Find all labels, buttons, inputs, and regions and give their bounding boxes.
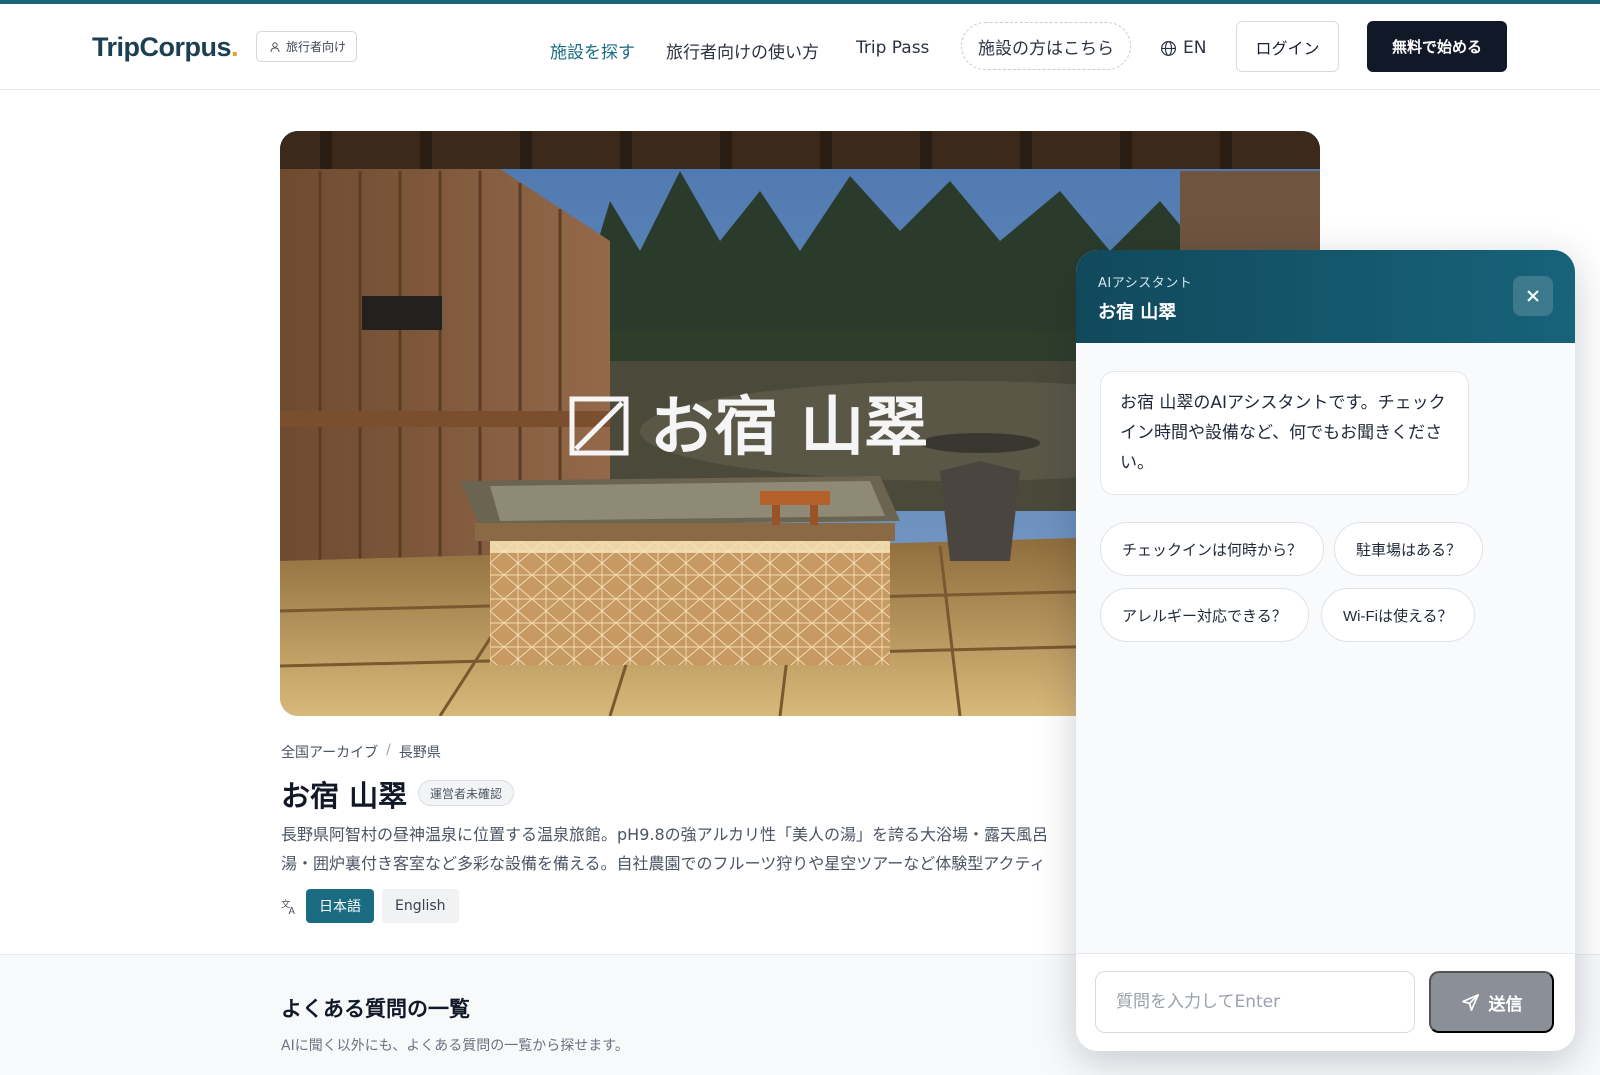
- navbar: TripCorpus. 旅行者向け 施設を探す 旅行者向けの使い方 Trip P…: [0, 4, 1600, 90]
- breadcrumb-national-archive[interactable]: 全国アーカイブ: [281, 742, 378, 762]
- language-japanese[interactable]: 日本語: [306, 889, 374, 923]
- language-selector: 文A 日本語 English: [281, 889, 459, 923]
- breadcrumb-prefecture[interactable]: 長野県: [399, 742, 441, 762]
- close-icon: [1527, 290, 1539, 302]
- chat-input-bar: 送信: [1076, 953, 1575, 1051]
- property-description: 長野県阿智村の昼神温泉に位置する温泉旅館。pH9.8の強アルカリ性「美人の湯」を…: [281, 820, 1081, 878]
- suggestion-wifi[interactable]: Wi-Fiは使える？: [1321, 588, 1475, 642]
- hero-sign-text: お宿 山翠: [650, 390, 928, 465]
- chat-title: お宿 山翠: [1098, 302, 1177, 323]
- login-button[interactable]: ログイン: [1236, 21, 1339, 72]
- language-switch-label: EN: [1183, 38, 1207, 58]
- suggestion-checkin-time[interactable]: チェックインは何時から？: [1100, 522, 1325, 576]
- audience-badge-label: 旅行者向け: [286, 40, 347, 54]
- language-switch[interactable]: EN: [1160, 38, 1206, 58]
- nav-for-facilities[interactable]: 施設の方はこちら: [961, 22, 1131, 70]
- nav-how-to-use[interactable]: 旅行者向けの使い方: [666, 38, 819, 63]
- ai-chat-panel: AIアシスタント お宿 山翠 お宿 山翠のAIアシスタントです。チェックイン時間…: [1076, 250, 1575, 1051]
- faq-subtitle: AIに聞く以外にも、よくある質問の一覧から探せます。: [281, 1038, 629, 1054]
- chat-close-button[interactable]: [1513, 276, 1553, 316]
- nav-trip-pass[interactable]: Trip Pass: [856, 38, 929, 58]
- description-line-1: 長野県阿智村の昼神温泉に位置する温泉旅館。pH9.8の強アルカリ性「美人の湯」を…: [281, 825, 1048, 844]
- breadcrumb: 全国アーカイブ / 長野県: [281, 742, 441, 762]
- property-title: お宿 山翠: [281, 779, 408, 813]
- globe-icon: [1160, 40, 1177, 56]
- faq-title: よくある質問の一覧: [281, 997, 470, 1021]
- breadcrumb-separator: /: [386, 742, 391, 758]
- suggestion-allergy[interactable]: アレルギー対応できる？: [1100, 588, 1309, 642]
- logo[interactable]: TripCorpus.: [92, 32, 239, 63]
- start-free-button[interactable]: 無料で始める: [1367, 21, 1507, 72]
- chat-question-input[interactable]: [1095, 971, 1415, 1033]
- chat-subtitle: AIアシスタント: [1098, 276, 1193, 291]
- user-icon: [270, 41, 280, 52]
- translate-icon: 文A: [281, 898, 296, 915]
- nav-find-facilities[interactable]: 施設を探す: [550, 38, 635, 63]
- svg-text:A: A: [289, 906, 296, 915]
- audience-badge[interactable]: 旅行者向け: [256, 31, 358, 62]
- language-english[interactable]: English: [382, 889, 459, 923]
- description-line-2: 湯・囲炉裏付き客室など多彩な設備を備える。自社農園でのフルーツ狩りや星空ツアーな…: [281, 854, 1046, 873]
- chat-header: AIアシスタント お宿 山翠: [1076, 250, 1575, 343]
- suggestion-parking[interactable]: 駐車場はある？: [1334, 522, 1484, 576]
- send-button-label: 送信: [1488, 994, 1523, 1014]
- status-badge: 運営者未確認: [418, 780, 515, 806]
- send-icon: [1461, 993, 1479, 1011]
- assistant-greeting-message: お宿 山翠のAIアシスタントです。チェックイン時間や設備など、何でもお聞きくださ…: [1100, 371, 1469, 495]
- send-button[interactable]: 送信: [1429, 971, 1554, 1033]
